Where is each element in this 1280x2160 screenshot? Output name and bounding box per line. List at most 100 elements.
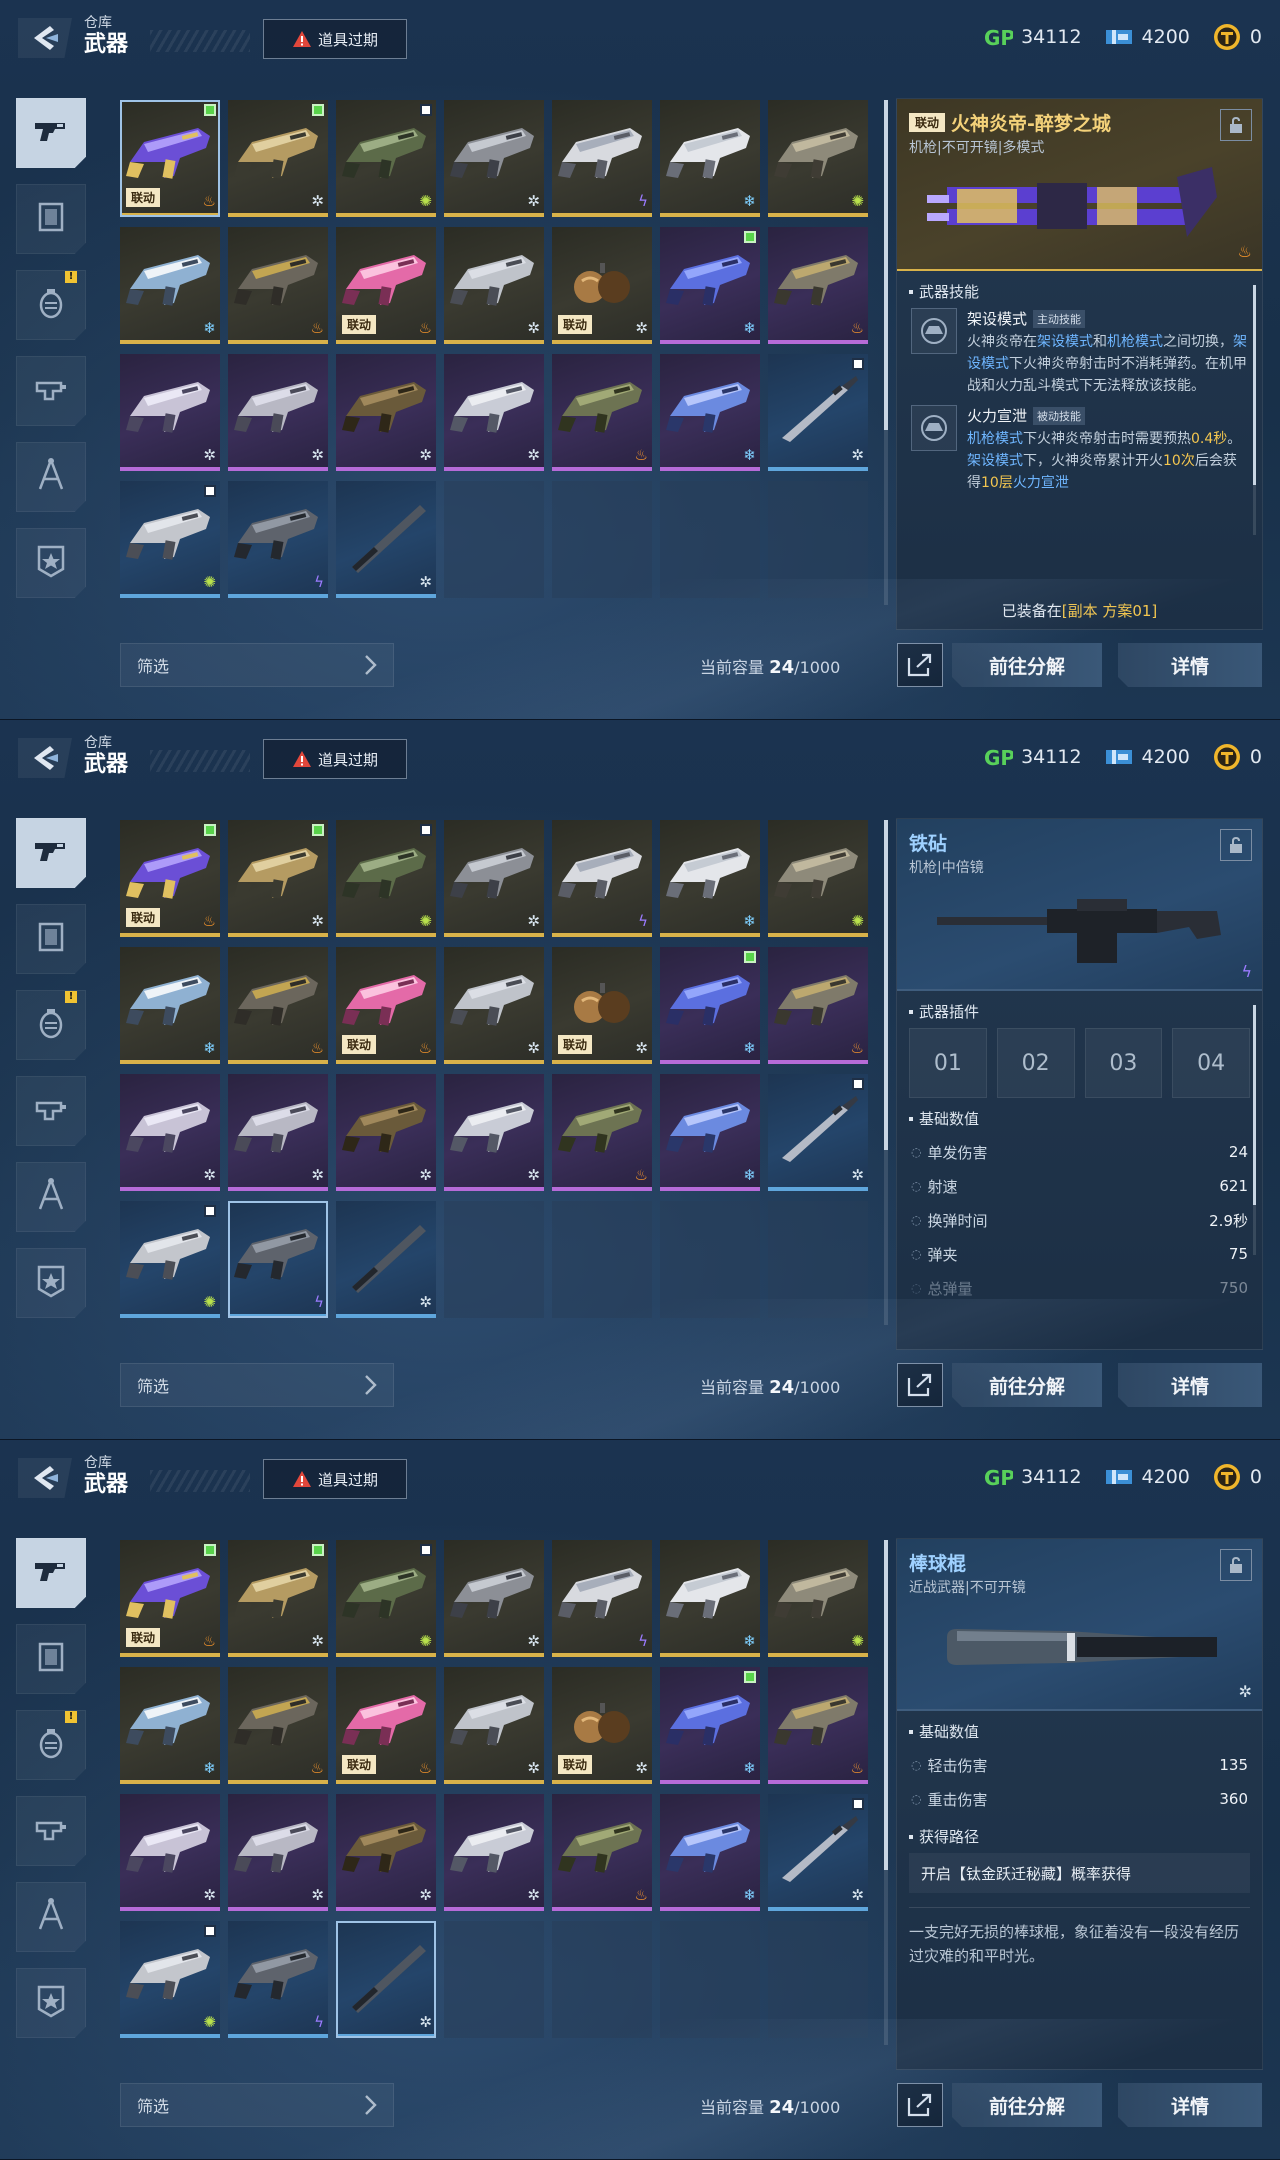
weapon-tile[interactable]: ϟ — [552, 820, 652, 937]
weapon-tile[interactable]: ✺ — [336, 1540, 436, 1657]
weapon-tile[interactable]: ✲ — [336, 1921, 436, 2038]
category-tab-compass[interactable] — [16, 1882, 86, 1952]
weapon-tile[interactable]: 联动 ♨ — [120, 820, 220, 937]
decompose-button[interactable]: 前往分解 — [952, 1363, 1102, 1407]
category-tab-star-badge[interactable] — [16, 1968, 86, 2038]
plugin-slot[interactable]: 01 — [909, 1028, 987, 1098]
weapon-tile[interactable]: ♨ — [768, 227, 868, 344]
item-expired-button[interactable]: 道具过期 — [263, 739, 407, 779]
grid-scrollbar-thumb[interactable] — [884, 1540, 888, 1870]
weapon-tile[interactable]: ❄ — [660, 354, 760, 471]
weapon-tile[interactable]: ϟ — [552, 100, 652, 217]
weapon-tile[interactable]: ♨ — [552, 1794, 652, 1911]
weapon-tile[interactable]: ♨ — [768, 1667, 868, 1784]
share-button[interactable] — [897, 643, 943, 687]
weapon-tile[interactable]: ✲ — [228, 1540, 328, 1657]
category-tab-armor[interactable] — [16, 184, 86, 254]
category-tab-grenade[interactable]: ! — [16, 990, 86, 1060]
weapon-tile[interactable]: ✲ — [444, 1667, 544, 1784]
back-button[interactable] — [18, 738, 72, 778]
share-button[interactable] — [897, 2083, 943, 2127]
category-tab-pistol[interactable] — [16, 1538, 86, 1608]
detail-scrollbar[interactable] — [1253, 285, 1256, 535]
weapon-tile[interactable]: ❄ — [120, 227, 220, 344]
weapon-tile[interactable]: ✲ — [228, 1794, 328, 1911]
weapon-tile[interactable]: ❄ — [660, 820, 760, 937]
category-tab-pistol[interactable] — [16, 818, 86, 888]
category-tab-pistol[interactable] — [16, 98, 86, 168]
category-tab-grenade[interactable]: ! — [16, 270, 86, 340]
weapon-tile[interactable]: ♨ — [552, 1074, 652, 1191]
category-tab-star-badge[interactable] — [16, 528, 86, 598]
back-button[interactable] — [18, 1458, 72, 1498]
weapon-tile[interactable]: ✺ — [768, 820, 868, 937]
weapon-tile[interactable]: ❄ — [660, 227, 760, 344]
weapon-tile[interactable]: ✲ — [336, 354, 436, 471]
weapon-tile[interactable]: ♨ — [228, 1667, 328, 1784]
weapon-tile[interactable]: ✺ — [336, 820, 436, 937]
weapon-tile[interactable]: ✺ — [120, 1921, 220, 2038]
weapon-tile[interactable]: 联动 ♨ — [120, 1540, 220, 1657]
weapon-tile[interactable]: ❄ — [660, 1540, 760, 1657]
weapon-tile[interactable]: ✲ — [336, 1201, 436, 1318]
weapon-tile[interactable]: ✲ — [228, 1074, 328, 1191]
weapon-tile[interactable]: ✲ — [768, 354, 868, 471]
category-tab-module[interactable] — [16, 1796, 86, 1866]
weapon-tile[interactable]: ✲ — [120, 1074, 220, 1191]
weapon-tile[interactable]: ✺ — [336, 100, 436, 217]
plugin-slot[interactable]: 03 — [1084, 1028, 1163, 1098]
weapon-tile[interactable]: ✲ — [444, 820, 544, 937]
details-button[interactable]: 详情 — [1118, 2083, 1262, 2127]
category-tab-module[interactable] — [16, 1076, 86, 1146]
weapon-tile[interactable]: ϟ — [228, 1201, 328, 1318]
weapon-tile[interactable]: ♨ — [552, 354, 652, 471]
filter-button[interactable]: 筛选 — [120, 1363, 394, 1407]
weapon-tile[interactable]: 联动 ✲ — [552, 227, 652, 344]
weapon-tile[interactable]: ✺ — [768, 100, 868, 217]
grid-scrollbar-thumb[interactable] — [884, 100, 888, 430]
weapon-tile[interactable]: ❄ — [660, 1667, 760, 1784]
category-tab-star-badge[interactable] — [16, 1248, 86, 1318]
weapon-tile[interactable]: ✲ — [768, 1074, 868, 1191]
weapon-tile[interactable]: 联动 ✲ — [552, 947, 652, 1064]
weapon-tile[interactable]: ❄ — [660, 1794, 760, 1911]
weapon-tile[interactable]: ✲ — [444, 100, 544, 217]
weapon-tile[interactable]: ✲ — [336, 1074, 436, 1191]
weapon-tile[interactable]: ❄ — [660, 1074, 760, 1191]
weapon-tile[interactable]: 联动 ♨ — [120, 100, 220, 217]
weapon-tile[interactable]: ✲ — [228, 100, 328, 217]
plugin-slot[interactable]: 02 — [996, 1028, 1075, 1098]
weapon-tile[interactable]: 联动 ♨ — [336, 1667, 436, 1784]
weapon-tile[interactable]: 联动 ✲ — [552, 1667, 652, 1784]
weapon-tile[interactable]: ♨ — [228, 947, 328, 1064]
lock-button[interactable] — [1220, 829, 1252, 861]
weapon-tile[interactable]: ✲ — [336, 1794, 436, 1911]
weapon-tile[interactable]: ❄ — [120, 1667, 220, 1784]
decompose-button[interactable]: 前往分解 — [952, 643, 1102, 687]
weapon-tile[interactable]: ✲ — [228, 820, 328, 937]
item-expired-button[interactable]: 道具过期 — [263, 1459, 407, 1499]
weapon-tile[interactable]: ❄ — [660, 100, 760, 217]
weapon-tile[interactable]: 联动 ♨ — [336, 947, 436, 1064]
weapon-tile[interactable]: ❄ — [660, 947, 760, 1064]
category-tab-compass[interactable] — [16, 1162, 86, 1232]
item-expired-button[interactable]: 道具过期 — [263, 19, 407, 59]
weapon-tile[interactable]: ✲ — [444, 1540, 544, 1657]
back-button[interactable] — [18, 18, 72, 58]
weapon-tile[interactable]: ❄ — [120, 947, 220, 1064]
weapon-tile[interactable]: ✲ — [336, 481, 436, 598]
weapon-tile[interactable]: ✲ — [444, 227, 544, 344]
weapon-tile[interactable]: ✺ — [120, 1201, 220, 1318]
lock-button[interactable] — [1220, 109, 1252, 141]
weapon-tile[interactable]: ✲ — [120, 1794, 220, 1911]
weapon-tile[interactable]: ♨ — [228, 227, 328, 344]
weapon-tile[interactable]: ✲ — [444, 1794, 544, 1911]
weapon-tile[interactable]: ✲ — [768, 1794, 868, 1911]
weapon-tile[interactable]: ✲ — [444, 947, 544, 1064]
category-tab-armor[interactable] — [16, 1624, 86, 1694]
grid-scrollbar-thumb[interactable] — [884, 820, 888, 1150]
weapon-tile[interactable]: ✺ — [768, 1540, 868, 1657]
plugin-slot[interactable]: 04 — [1172, 1028, 1250, 1098]
lock-button[interactable] — [1220, 1549, 1252, 1581]
weapon-tile[interactable]: ✺ — [120, 481, 220, 598]
